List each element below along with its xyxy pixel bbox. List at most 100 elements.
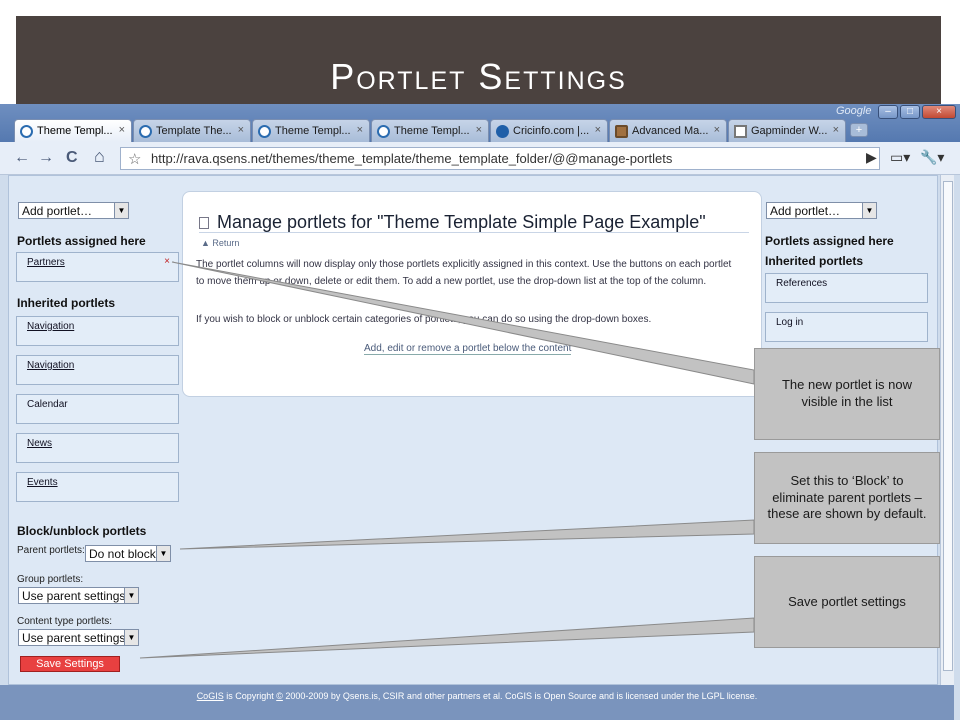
site-icon [258,125,271,138]
chevron-down-icon: ▼ [124,630,138,645]
footer-text-rest: 2000-2009 by Qsens.is, CSIR and other pa… [282,691,758,701]
tab-close-icon[interactable]: × [238,124,244,136]
tab-strip: Google – □ × Theme Templ... × Template T… [0,104,960,142]
chevron-down-icon: ▼ [124,588,138,603]
portlet-label: Log in [776,317,804,328]
portlet-label[interactable]: Navigation [27,360,74,371]
content-type-portlets-label: Content type portlets: [17,616,113,627]
home-icon[interactable]: ⌂ [94,146,105,167]
slide-title: Portlet Settings [330,56,627,97]
portlet-navigation[interactable]: Navigation [16,355,179,385]
portlet-label[interactable]: Partners [27,257,65,268]
close-window-button[interactable]: × [922,105,956,119]
tab-close-icon[interactable]: × [119,124,125,136]
reload-icon[interactable]: C [66,149,78,167]
minimize-button[interactable]: – [878,105,898,119]
select-value: Add portlet… [22,204,93,218]
back-icon[interactable]: ← [14,149,30,167]
slide-title-bar: Portlet Settings [16,16,941,104]
tab-label: Theme Templ... [394,125,470,137]
delete-icon[interactable]: × [164,256,170,267]
footer-text: is Copyright [223,691,277,701]
chevron-down-icon: ▼ [114,203,128,218]
tab-gapminder[interactable]: Gapminder W... × [728,119,846,142]
copyright-link[interactable]: © [276,691,283,701]
page-footer: CoGIS is Copyright © 2000-2009 by Qsens.… [0,685,954,720]
portlet-news[interactable]: News [16,433,179,463]
callout-block-parent: Set this to ‘Block’ to eliminate parent … [754,452,940,544]
forward-icon[interactable]: → [38,149,54,167]
manage-portlets-panel: Manage portlets for "Theme Template Simp… [182,191,762,397]
portlet-label[interactable]: Events [27,477,58,488]
right-add-portlet-select[interactable]: Add portlet… ▼ [766,202,877,219]
chevron-down-icon: ▼ [156,546,170,561]
site-icon [20,125,33,138]
tab-theme-template-2[interactable]: Theme Templ... × [252,119,370,142]
parent-portlets-select[interactable]: Do not block ▼ [85,545,171,562]
maximize-button[interactable]: □ [900,105,920,119]
tab-close-icon[interactable]: × [476,124,482,136]
go-icon[interactable]: ▶ [866,149,877,166]
parent-portlets-label: Parent portlets: [17,545,85,556]
portlet-label: References [776,278,828,289]
callout-new-portlet: The new portlet is now visible in the li… [754,348,940,440]
tools-menu-icon[interactable]: 🔧▾ [920,149,944,166]
portlet-label[interactable]: Navigation [27,321,74,332]
title-divider [199,232,749,233]
group-portlets-select[interactable]: Use parent settings ▼ [18,587,139,604]
tab-theme-template-1[interactable]: Theme Templ... × [14,119,132,142]
bookmark-star-icon[interactable]: ☆ [128,150,141,168]
portlet-partners[interactable]: Partners × [16,252,179,282]
save-settings-button[interactable]: Save Settings [20,656,120,672]
tab-close-icon[interactable]: × [595,124,601,136]
google-label: Google [836,105,872,117]
portlet-navigation[interactable]: Navigation [16,316,179,346]
left-add-portlet-select[interactable]: Add portlet… ▼ [18,202,129,219]
site-icon [377,125,390,138]
block-paragraph: If you wish to block or unblock certain … [196,314,652,325]
callout-save: Save portlet settings [754,556,940,648]
content-type-portlets-select[interactable]: Use parent settings ▼ [18,629,139,646]
left-assigned-heading: Portlets assigned here [17,234,146,248]
tab-label: Theme Templ... [275,125,351,137]
add-edit-remove-link[interactable]: Add, edit or remove a portlet below the … [364,343,572,355]
return-link[interactable]: ▲ Return [201,238,239,248]
scrollbar-thumb[interactable] [943,181,953,671]
intro-paragraph: The portlet columns will now display onl… [196,259,732,287]
nav-bar: ← → C ⌂ ☆ http://rava.qsens.net/themes/t… [0,142,960,175]
tab-label: Gapminder W... [751,125,828,137]
tab-template-theme[interactable]: Template The... × [133,119,251,142]
group-portlets-label: Group portlets: [17,574,84,585]
tab-theme-template-3[interactable]: Theme Templ... × [371,119,489,142]
portlet-events[interactable]: Events [16,472,179,502]
select-value: Use parent settings [22,589,126,603]
right-assigned-heading: Portlets assigned here [765,234,894,248]
right-inherited-heading: Inherited portlets [765,254,864,268]
page-title-text: Manage portlets for "Theme Template Simp… [217,212,706,232]
tab-close-icon[interactable]: × [833,124,839,136]
url-text: http://rava.qsens.net/themes/theme_templ… [151,151,673,166]
portlet-label[interactable]: News [27,438,52,449]
left-inherited-heading: Inherited portlets [17,296,116,310]
tab-label: Theme Templ... [37,125,113,137]
cogis-link[interactable]: CoGIS [197,691,224,701]
tab-close-icon[interactable]: × [357,124,363,136]
page-icon [734,125,747,138]
portlet-calendar[interactable]: Calendar [16,394,179,424]
portlet-log-in[interactable]: Log in [765,312,928,342]
tab-close-icon[interactable]: × [714,124,720,136]
select-value: Do not block [89,547,156,561]
tab-advanced[interactable]: Advanced Ma... × [609,119,727,142]
tab-cricinfo[interactable]: Cricinfo.com |... × [490,119,608,142]
tab-label: Cricinfo.com |... [513,125,590,137]
advanced-icon [615,125,628,138]
address-bar[interactable]: ☆ http://rava.qsens.net/themes/theme_tem… [120,147,880,170]
vertical-scrollbar[interactable] [940,175,954,685]
new-tab-button[interactable]: + [850,123,868,137]
cricinfo-icon [496,125,509,138]
block-unblock-heading: Block/unblock portlets [17,524,147,538]
select-value: Use parent settings [22,631,126,645]
portlet-references[interactable]: References [765,273,928,303]
page-menu-icon[interactable]: ▭▾ [890,149,910,166]
tab-label: Template The... [156,125,232,137]
